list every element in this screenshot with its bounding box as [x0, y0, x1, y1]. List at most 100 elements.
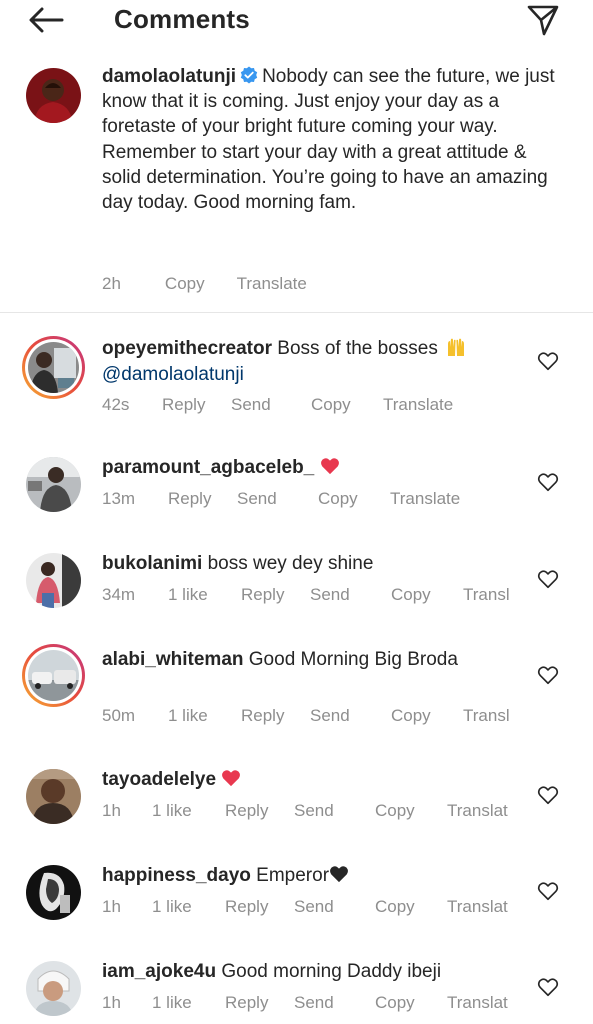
comment-username[interactable]: opeyemithecreator	[102, 338, 272, 359]
copy-button[interactable]: Copy	[375, 801, 447, 821]
copy-button[interactable]: Copy	[165, 274, 205, 294]
comment-meta: 34m 1 like Reply Send Copy Transl	[102, 585, 510, 605]
comment-body: happiness_dayo Emperor	[102, 863, 522, 889]
send-button[interactable]: Send	[294, 801, 375, 821]
send-button[interactable]: Send	[310, 585, 391, 605]
copy-button[interactable]: Copy	[391, 706, 463, 726]
comment-username[interactable]: happiness_dayo	[102, 865, 251, 886]
comment-time: 50m	[102, 706, 136, 725]
copy-button[interactable]: Copy	[391, 585, 463, 605]
copy-button[interactable]: Copy	[318, 489, 390, 509]
comment-text: Good Morning Big Broda	[248, 649, 458, 670]
caption-time: 2h	[102, 274, 121, 293]
caption-meta: 2h Copy Translate	[102, 274, 347, 294]
like-heart-icon[interactable]	[537, 568, 559, 590]
comment-body: paramount_agbaceleb_	[102, 455, 522, 481]
translate-button[interactable]: Translate	[390, 489, 460, 509]
like-count[interactable]: 1 like	[168, 585, 241, 605]
like-heart-icon[interactable]	[537, 880, 559, 902]
translate-button[interactable]: Translat	[447, 897, 508, 917]
comment-username[interactable]: tayoadelelye	[102, 769, 216, 790]
comment-username[interactable]: bukolanimi	[102, 553, 202, 574]
comment-body: opeyemithecreator Boss of the bosses @da…	[102, 336, 522, 388]
comment-body: bukolanimi boss wey dey shine	[102, 551, 522, 577]
comment-body: iam_ajoke4u Good morning Daddy ibeji	[102, 959, 522, 985]
like-heart-icon[interactable]	[537, 664, 559, 686]
avatar-story-ring[interactable]	[22, 644, 85, 707]
copy-button[interactable]: Copy	[311, 395, 383, 415]
reply-button[interactable]: Reply	[225, 801, 294, 821]
translate-button[interactable]: Translate	[383, 395, 453, 415]
copy-button[interactable]: Copy	[375, 993, 447, 1013]
comment-meta: 1h 1 like Reply Send Copy Translat	[102, 993, 508, 1013]
caption-username[interactable]: damolaolatunji	[102, 66, 236, 87]
send-button[interactable]: Send	[231, 395, 311, 415]
translate-button[interactable]: Transl	[463, 706, 510, 726]
avatar[interactable]	[26, 961, 81, 1016]
comment-meta: 42s Reply Send Copy Translate	[102, 395, 453, 415]
arrow-left-icon	[29, 7, 64, 33]
avatar[interactable]	[26, 553, 81, 608]
avatar[interactable]	[26, 865, 81, 920]
avatar-story-ring[interactable]	[22, 336, 85, 399]
avatar[interactable]	[26, 68, 81, 123]
page-title: Comments	[114, 4, 250, 34]
back-button[interactable]	[26, 4, 66, 36]
comment-time: 42s	[102, 395, 130, 414]
send-button[interactable]: Send	[294, 897, 375, 917]
reply-button[interactable]: Reply	[168, 489, 237, 509]
comment-time: 1h	[102, 897, 121, 916]
comment-meta: 1h 1 like Reply Send Copy Translat	[102, 801, 508, 821]
reply-button[interactable]: Reply	[225, 897, 294, 917]
black-heart-emoji-icon	[330, 866, 348, 883]
copy-button[interactable]: Copy	[375, 897, 447, 917]
comment-text: Emperor	[256, 865, 330, 886]
send-button[interactable]: Send	[310, 706, 391, 726]
comment-body: alabi_whiteman Good Morning Big Broda	[102, 647, 522, 673]
like-count[interactable]: 1 like	[168, 706, 241, 726]
header: Comments	[0, 0, 593, 42]
comment-time: 1h	[102, 801, 121, 820]
comment-meta: 1h 1 like Reply Send Copy Translat	[102, 897, 508, 917]
comment-username[interactable]: alabi_whiteman	[102, 649, 244, 670]
comment-time: 34m	[102, 585, 136, 604]
reply-button[interactable]: Reply	[225, 993, 294, 1013]
reply-button[interactable]: Reply	[241, 585, 310, 605]
reply-button[interactable]: Reply	[241, 706, 310, 726]
send-paper-plane-icon	[527, 5, 559, 36]
reply-button[interactable]: Reply	[162, 395, 231, 415]
comment-text: boss wey dey shine	[207, 553, 374, 574]
comment-body: tayoadelelye	[102, 767, 522, 793]
like-heart-icon[interactable]	[537, 784, 559, 806]
avatar[interactable]	[26, 769, 81, 824]
like-count[interactable]: 1 like	[152, 993, 225, 1013]
comment-username[interactable]: iam_ajoke4u	[102, 961, 216, 982]
comment-text: Boss of the bosses	[277, 338, 438, 359]
red-heart-emoji-icon	[222, 770, 241, 787]
comment-time: 13m	[102, 489, 136, 508]
send-button[interactable]: Send	[294, 993, 375, 1013]
like-count[interactable]: 1 like	[152, 897, 225, 917]
red-heart-emoji-icon	[320, 458, 339, 475]
comment-meta: 50m 1 like Reply Send Copy Transl	[102, 706, 510, 726]
comment-mention[interactable]: @damolaolatunji	[102, 364, 244, 385]
translate-button[interactable]: Transl	[463, 585, 510, 605]
comment-meta: 13m Reply Send Copy Translate	[102, 489, 460, 509]
translate-button[interactable]: Translat	[447, 993, 508, 1013]
avatar[interactable]	[26, 457, 81, 512]
send-button[interactable]: Send	[237, 489, 318, 509]
comment-time: 1h	[102, 993, 121, 1012]
translate-button[interactable]: Translate	[237, 274, 307, 294]
caption-text: Nobody can see the future, we just know …	[102, 66, 555, 214]
like-heart-icon[interactable]	[537, 976, 559, 998]
share-button[interactable]	[524, 2, 562, 38]
divider	[0, 312, 593, 313]
like-heart-icon[interactable]	[537, 471, 559, 493]
comment-username[interactable]: paramount_agbaceleb_	[102, 457, 314, 478]
comment-text: Good morning Daddy ibeji	[221, 961, 442, 982]
raised-hands-emoji-icon	[448, 338, 465, 356]
translate-button[interactable]: Translat	[447, 801, 508, 821]
like-count[interactable]: 1 like	[152, 801, 225, 821]
verified-badge-icon	[240, 66, 258, 84]
like-heart-icon[interactable]	[537, 350, 559, 372]
